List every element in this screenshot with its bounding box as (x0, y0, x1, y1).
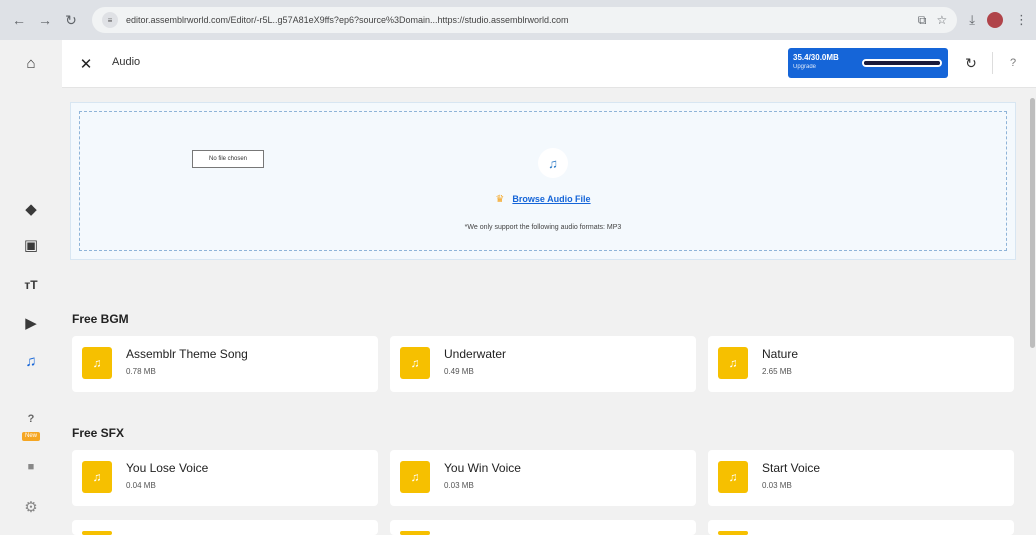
play-icon[interactable]: ▶ (20, 312, 42, 334)
cube-glyph: ◆ (25, 201, 37, 218)
url-text: editor.assemblrworld.com/Editor/-r5L..g5… (126, 15, 569, 25)
browse-audio-link[interactable]: Browse Audio File (512, 194, 590, 204)
content-scrollbar[interactable] (1029, 88, 1036, 535)
panel-header: ✕ Audio 35.4/30.0MB Upgrade ↻ ? (62, 40, 1036, 88)
forward-icon[interactable]: → (34, 9, 56, 31)
left-sidebar: ⌂ ◆ ▣ ᴛT ▶ ♫ ? New ■ ⚙ (0, 40, 62, 535)
music-note-icon (718, 531, 748, 535)
cube-icon[interactable]: ◆ (20, 198, 42, 220)
storage-upgrade-label: Upgrade (793, 64, 817, 70)
audio-card[interactable]: ♫ Underwater 0.49 MB (390, 336, 696, 392)
reload-icon[interactable]: ↻ (60, 9, 82, 31)
music-note-icon (400, 531, 430, 535)
music-note-icon (82, 531, 112, 535)
download-icon[interactable]: ⤓ (969, 12, 975, 28)
audio-name: You Win Voice (444, 461, 521, 475)
music-glyph: ♫ (25, 352, 37, 370)
audio-name: Assemblr Theme Song (126, 347, 248, 361)
refresh-icon[interactable]: ↻ (960, 52, 982, 74)
audio-size: 0.03 MB (444, 481, 474, 490)
storage-amount: 35.4/30.0MB (793, 53, 839, 62)
storage-bar-fill (864, 61, 940, 65)
question-glyph: ? (27, 413, 35, 425)
audio-size: 0.04 MB (126, 481, 156, 490)
browser-menu-icon[interactable]: ⋮ (1015, 12, 1028, 28)
dropzone-border: No file chosen ♫ ♛ Browse Audio File *We … (79, 111, 1007, 251)
audio-size: 0.78 MB (126, 367, 156, 376)
video-camera-icon[interactable]: ■ (20, 456, 42, 478)
browser-toolbar: ← → ↻ ≡ editor.assemblrworld.com/Editor/… (0, 0, 1036, 40)
camera-glyph: ■ (27, 461, 35, 473)
close-icon[interactable]: ✕ (74, 52, 98, 76)
music-note-icon: ♫ (400, 347, 430, 379)
music-note-icon: ♫ (82, 461, 112, 493)
home-glyph: ⌂ (26, 54, 36, 72)
audio-size: 0.49 MB (444, 367, 474, 376)
section-title-bgm: Free BGM (72, 312, 129, 326)
new-badge: New (22, 432, 40, 441)
audio-card-partial[interactable] (708, 520, 1014, 535)
audio-dropzone[interactable]: No file chosen ♫ ♛ Browse Audio File *We … (70, 102, 1016, 260)
back-icon[interactable]: ← (8, 9, 30, 31)
scroll-thumb[interactable] (1030, 98, 1035, 348)
audio-card[interactable]: ♫ Nature 2.65 MB (708, 336, 1014, 392)
audio-card[interactable]: ♫ Assemblr Theme Song 0.78 MB (72, 336, 378, 392)
question-icon[interactable]: ? (20, 408, 42, 430)
tune-icon[interactable]: ≡ (102, 12, 118, 28)
audio-card-partial[interactable] (390, 520, 696, 535)
install-app-icon[interactable]: ⧉ (918, 13, 927, 28)
text-glyph: ᴛT (24, 278, 38, 292)
address-bar[interactable]: ≡ editor.assemblrworld.com/Editor/-r5L..… (92, 7, 958, 33)
audio-panel: No file chosen ♫ ♛ Browse Audio File *We … (62, 88, 1036, 535)
gear-glyph: ⚙ (24, 499, 38, 516)
crown-icon: ♛ (495, 194, 505, 205)
audio-size: 2.65 MB (762, 367, 792, 376)
file-input[interactable]: No file chosen (192, 150, 264, 168)
panel-title: Audio (112, 56, 141, 68)
audio-name: Start Voice (762, 461, 821, 475)
music-note-icon: ♫ (718, 461, 748, 493)
bookmark-star-icon[interactable]: ☆ (936, 13, 947, 28)
music-note-icon: ♫ (718, 347, 748, 379)
help-icon[interactable]: ? (1002, 52, 1024, 74)
audio-file-icon: ♫ (538, 148, 568, 178)
audio-card[interactable]: ♫ You Win Voice 0.03 MB (390, 450, 696, 506)
audio-size: 0.03 MB (762, 481, 792, 490)
image-glyph: ▣ (23, 237, 39, 254)
text-icon[interactable]: ᴛT (20, 274, 42, 296)
music-note-icon: ♫ (82, 347, 112, 379)
browse-row: ♛ Browse Audio File (80, 194, 1006, 205)
storage-indicator[interactable]: 35.4/30.0MB Upgrade (788, 48, 948, 78)
section-title-sfx: Free SFX (72, 426, 125, 440)
header-divider (992, 52, 993, 74)
audio-card[interactable]: ♫ You Lose Voice 0.04 MB (72, 450, 378, 506)
play-glyph: ▶ (25, 315, 37, 332)
profile-avatar[interactable] (987, 12, 1003, 28)
music-note-icon[interactable]: ♫ (20, 350, 42, 372)
supported-formats-note: *We only support the following audio for… (464, 224, 622, 231)
audio-name: Underwater (444, 347, 507, 361)
home-icon[interactable]: ⌂ (20, 52, 42, 74)
audio-card-partial[interactable] (72, 520, 378, 535)
storage-bar (862, 59, 942, 67)
audio-card[interactable]: ♫ Start Voice 0.03 MB (708, 450, 1014, 506)
audio-name: You Lose Voice (126, 461, 209, 475)
gear-icon[interactable]: ⚙ (20, 496, 42, 518)
image-icon[interactable]: ▣ (20, 234, 42, 256)
music-note-icon: ♫ (400, 461, 430, 493)
audio-name: Nature (762, 347, 799, 361)
